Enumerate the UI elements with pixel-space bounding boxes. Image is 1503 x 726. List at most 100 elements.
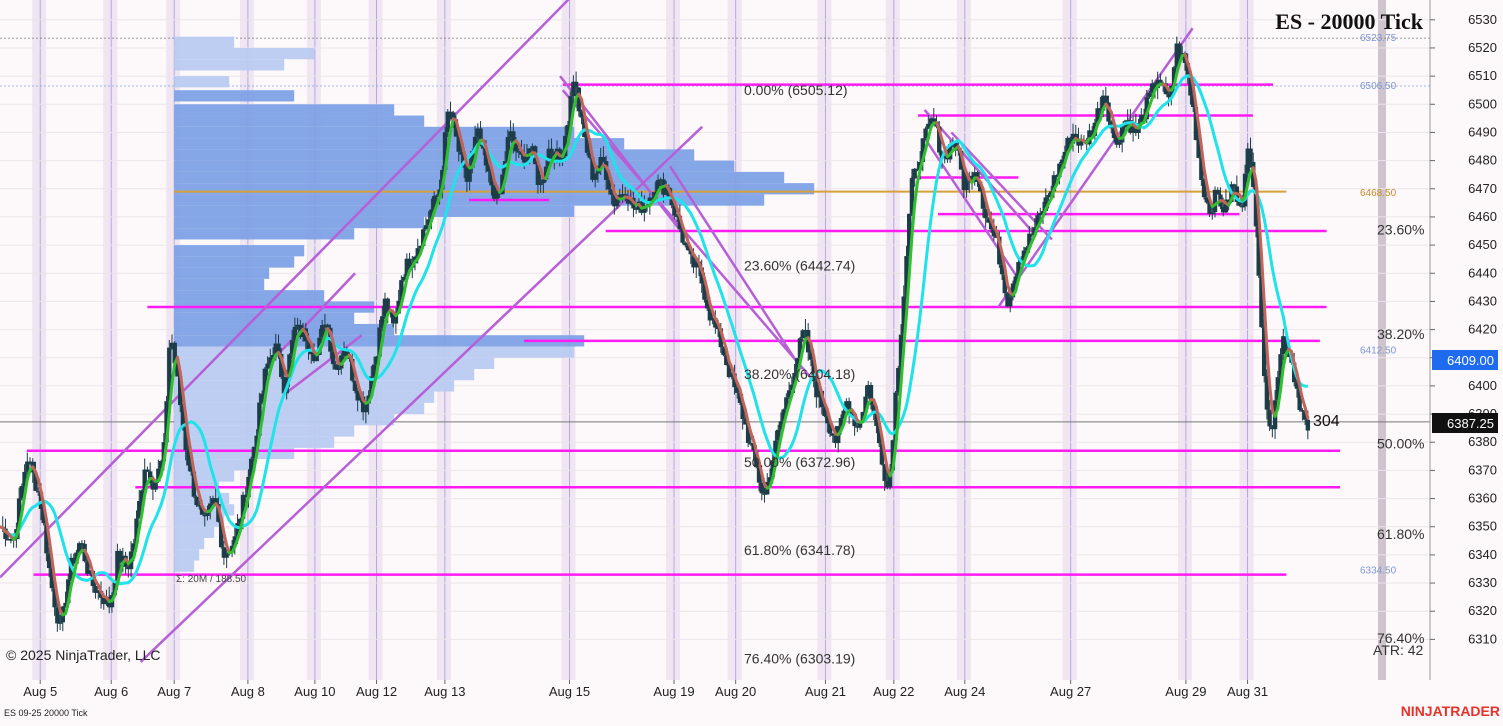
candle-body — [593, 173, 597, 179]
volume-profile-bar — [174, 76, 229, 87]
price-tick-label: 6340 — [1468, 547, 1497, 562]
volume-profile-bar — [174, 369, 474, 380]
copyright-text: © 2025 NinjaTrader, LLC — [6, 647, 161, 663]
volume-profile-bar — [174, 268, 269, 279]
candle-body — [1038, 213, 1042, 215]
candle-body — [467, 168, 471, 182]
instrument-label: ES 09-25 20000 Tick — [4, 708, 88, 718]
candle-body — [145, 470, 149, 472]
price-chart[interactable]: 0.00% (6505.12) 23.60% (6442.74) 38.20% (6… — [0, 0, 1503, 721]
volume-profile-bar — [174, 245, 304, 256]
volume-profile-bar — [174, 380, 454, 391]
candle-body — [615, 200, 619, 206]
time-tick-label: Aug 6 — [94, 684, 128, 699]
time-tick-label: Aug 21 — [805, 684, 846, 699]
right-price-marker: 6412.50 — [1360, 346, 1397, 357]
price-tick-label: 6480 — [1468, 153, 1497, 168]
volume-profile-bar — [174, 279, 264, 290]
candle-body — [549, 149, 553, 153]
price-tick-label: 6370 — [1468, 462, 1497, 477]
volume-profile-bar — [174, 172, 784, 183]
price-tick-label: 6330 — [1468, 575, 1497, 590]
volume-profile-bar — [174, 256, 294, 267]
volume-profile-bar — [174, 470, 234, 481]
candle-body — [265, 364, 269, 369]
candle-body — [574, 82, 578, 88]
price-tick-label: 6470 — [1468, 181, 1497, 196]
price-tick-label: 6490 — [1468, 124, 1497, 139]
atr-label: ATR: 42 — [1373, 642, 1424, 658]
candle-body — [1267, 410, 1271, 427]
time-tick-label: Aug 12 — [356, 684, 397, 699]
volume-profile-bar — [174, 561, 194, 572]
marker-price-badge[interactable]: 6409.00 — [1432, 350, 1498, 370]
candle-body — [1210, 212, 1214, 214]
volume-profile-bar — [174, 392, 434, 403]
price-tick-label: 6520 — [1468, 40, 1497, 55]
last-price-badge[interactable]: 6387.25 — [1432, 413, 1498, 433]
price-tick-label: 6360 — [1468, 491, 1497, 506]
candle-body — [446, 112, 450, 133]
fib-right-label: 23.60% — [1377, 222, 1424, 238]
candle-body — [1046, 195, 1050, 198]
price-tick-label: 6460 — [1468, 209, 1497, 224]
volume-profile-bar — [174, 538, 204, 549]
time-tick-label: Aug 27 — [1050, 684, 1091, 699]
volume-profile-bar — [174, 206, 574, 217]
price-tick-label: 6310 — [1468, 631, 1497, 646]
candle-body — [1300, 410, 1304, 412]
fib-level-label: 50.00% (6372.96) — [744, 454, 855, 470]
fib-level-label: 38.20% (6404.18) — [744, 366, 855, 382]
volume-profile-bar — [174, 228, 354, 239]
price-tick-label: 6350 — [1468, 519, 1497, 534]
time-tick-label: Aug 15 — [549, 684, 590, 699]
right-price-marker: 6468.50 — [1360, 188, 1397, 199]
fib-level-label: 0.00% (6505.12) — [744, 82, 848, 98]
fib-level-label: 61.80% (6341.78) — [744, 542, 855, 558]
volume-profile-bar — [174, 549, 199, 560]
volume-profile-bar — [174, 290, 324, 301]
tick-counter: 304 — [1313, 413, 1340, 430]
candle-body — [364, 404, 368, 413]
candle-body — [1232, 184, 1236, 186]
volume-profile-bar — [174, 37, 234, 48]
time-tick-label: Aug 31 — [1227, 684, 1268, 699]
candle-body — [325, 325, 329, 328]
price-tick-label: 6320 — [1468, 603, 1497, 618]
last-price-label: 6387.25 — [1447, 416, 1494, 431]
session-band — [32, 0, 46, 680]
volume-profile-bar — [174, 313, 354, 324]
candle-body — [932, 118, 936, 121]
candle-body — [601, 157, 605, 161]
volume-profile-bar — [174, 116, 424, 127]
volume-profile-bar — [174, 161, 734, 172]
volume-profile-total: Σ: 20M / 188.50 — [176, 574, 247, 585]
time-tick-label: Aug 8 — [231, 684, 265, 699]
candle-body — [1216, 190, 1220, 195]
candle-body — [1117, 142, 1121, 144]
fib-right-label: 38.20% — [1377, 326, 1424, 342]
volume-profile-bar — [174, 90, 294, 101]
price-tick-label: 6400 — [1468, 378, 1497, 393]
candle-body — [224, 554, 228, 558]
chart[interactable]: 0.00% (6505.12) 23.60% (6442.74) 38.20% (6… — [0, 0, 1503, 721]
price-tick-label: 6500 — [1468, 96, 1497, 111]
brand-logo: NINJATRADER — [1401, 703, 1500, 719]
time-tick-label: Aug 29 — [1165, 684, 1206, 699]
right-price-marker: 6334.50 — [1360, 565, 1397, 576]
time-tick-label: Aug 7 — [157, 684, 191, 699]
price-tick-label: 6450 — [1468, 237, 1497, 252]
time-tick-label: Aug 5 — [23, 684, 57, 699]
fib-level-label: 23.60% (6442.74) — [744, 258, 855, 274]
volume-profile-bar — [174, 527, 214, 538]
right-price-marker: 6523.75 — [1360, 33, 1397, 44]
candle-body — [1248, 149, 1252, 162]
candle-body — [538, 183, 542, 185]
candle-body — [1306, 420, 1310, 431]
volume-profile-bar — [174, 324, 394, 335]
candle-body — [58, 622, 62, 624]
chart-title: ES - 20000 Tick — [1275, 9, 1423, 34]
volume-profile-bar — [174, 437, 334, 448]
time-tick-label: Aug 19 — [653, 684, 694, 699]
volume-profile-bar — [174, 217, 424, 228]
